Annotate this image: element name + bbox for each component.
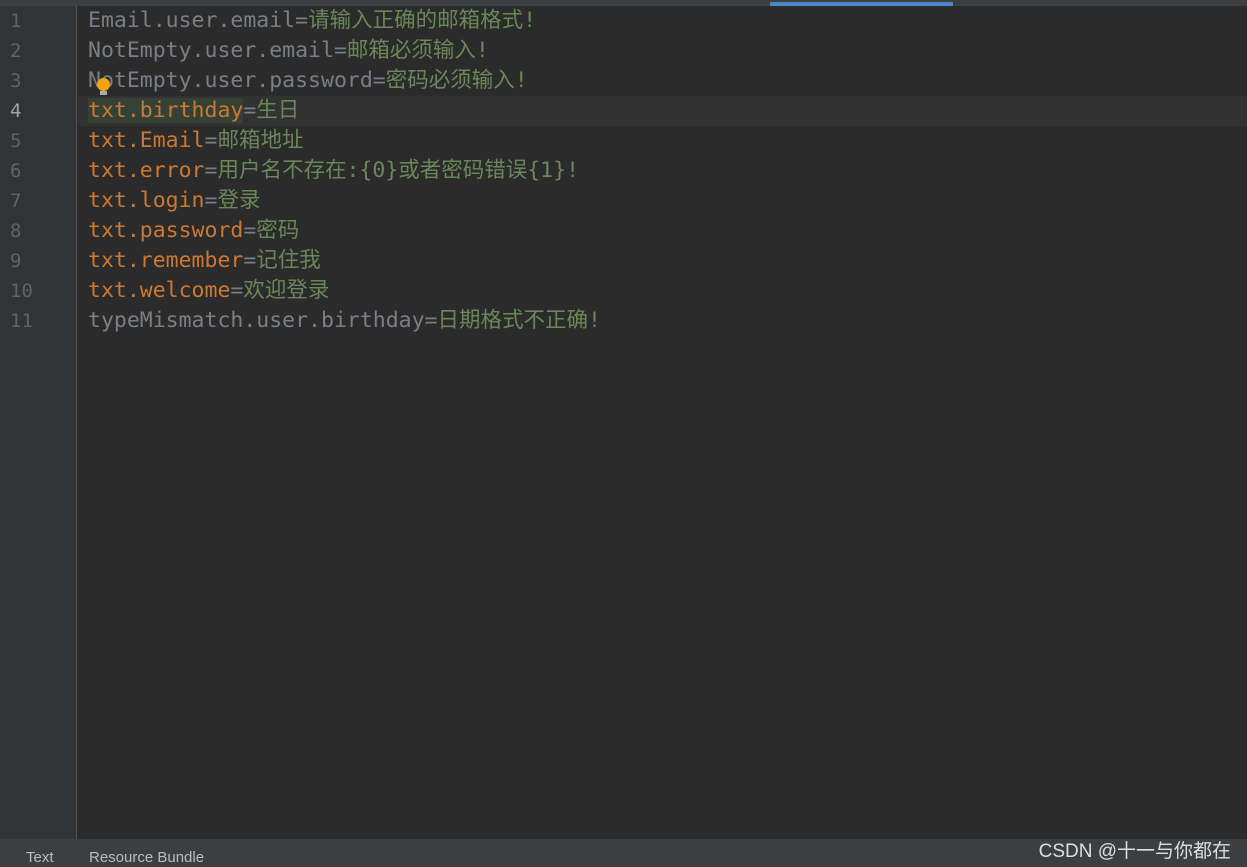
line-number: 9: [10, 250, 22, 272]
separator: =: [243, 248, 257, 273]
property-value: 用户名不存在:{0}或者密码错误{1}!: [217, 158, 580, 183]
code-line[interactable]: txt.Email=邮箱地址: [78, 126, 1247, 156]
tab-resource-bundle[interactable]: Resource Bundle: [89, 849, 204, 866]
property-value: 生日: [256, 98, 300, 123]
code-line[interactable]: txt.welcome=欢迎登录: [78, 276, 1247, 306]
code-editor[interactable]: Email.user.email=请输入正确的邮箱格式! NotEmpty.use…: [78, 6, 1247, 839]
line-number: 10: [10, 280, 33, 302]
line-number: 5: [10, 130, 22, 152]
line-number: 11: [10, 310, 33, 332]
bottom-tab-bar: Text Resource Bundle CSDN @十一与你都在: [0, 839, 1247, 867]
code-line[interactable]: txt.password=密码: [78, 216, 1247, 246]
line-number: 2: [10, 40, 22, 62]
line-number: 3: [10, 70, 22, 92]
separator: =: [243, 98, 257, 123]
separator: =: [372, 68, 386, 93]
tab-text[interactable]: Text: [26, 849, 54, 866]
property-value: 欢迎登录: [243, 278, 330, 303]
property-key: NotEmpty.user.email: [88, 38, 334, 63]
code-line[interactable]: txt.login=登录: [78, 186, 1247, 216]
property-value: 密码必须输入!: [385, 68, 528, 93]
property-key: txt.Email: [88, 128, 205, 153]
property-key: NotEmpty.user.password: [88, 68, 373, 93]
property-key: txt.error: [88, 158, 205, 183]
separator: =: [204, 128, 218, 153]
property-value: 邮箱必须输入!: [346, 38, 489, 63]
property-key: typeMismatch.user.birthday: [88, 308, 425, 333]
property-key: Email.user.email: [88, 8, 296, 33]
code-line[interactable]: Email.user.email=请输入正确的邮箱格式!: [78, 6, 1247, 36]
line-number: 7: [10, 190, 22, 212]
separator: =: [333, 38, 347, 63]
separator: =: [204, 188, 218, 213]
code-line[interactable]: txt.error=用户名不存在:{0}或者密码错误{1}!: [78, 156, 1247, 186]
line-number: 6: [10, 160, 22, 182]
property-value: 密码: [256, 218, 300, 243]
property-key: txt.remember: [88, 248, 244, 273]
property-key: txt.login: [88, 188, 205, 213]
separator: =: [230, 278, 244, 303]
code-line[interactable]: typeMismatch.user.birthday=日期格式不正确!: [78, 306, 1247, 336]
property-key: txt.welcome: [88, 278, 231, 303]
line-number-gutter: 1 2 3 4 5 6 7 8 9 10 11: [0, 6, 77, 839]
watermark: CSDN @十一与你都在: [1038, 841, 1231, 862]
property-value: 登录: [217, 188, 261, 213]
code-line[interactable]: txt.birthday=生日: [78, 96, 1247, 126]
property-value: 记住我: [256, 248, 321, 273]
code-line[interactable]: txt.remember=记住我: [78, 246, 1247, 276]
code-line[interactable]: NotEmpty.user.email=邮箱必须输入!: [78, 36, 1247, 66]
separator: =: [424, 308, 438, 333]
property-key: txt.password: [88, 218, 244, 243]
line-number: 8: [10, 220, 22, 242]
code-line[interactable]: NotEmpty.user.password=密码必须输入!: [78, 66, 1247, 96]
line-number: 1: [10, 10, 22, 32]
property-value: 邮箱地址: [217, 128, 304, 153]
separator: =: [295, 8, 309, 33]
property-value: 日期格式不正确!: [437, 308, 601, 333]
property-value: 请输入正确的邮箱格式!: [308, 8, 537, 33]
line-number: 4: [10, 100, 22, 122]
lightbulb-icon[interactable]: [97, 78, 110, 95]
property-key: txt.birthday: [88, 98, 244, 123]
separator: =: [243, 218, 257, 243]
separator: =: [204, 158, 218, 183]
